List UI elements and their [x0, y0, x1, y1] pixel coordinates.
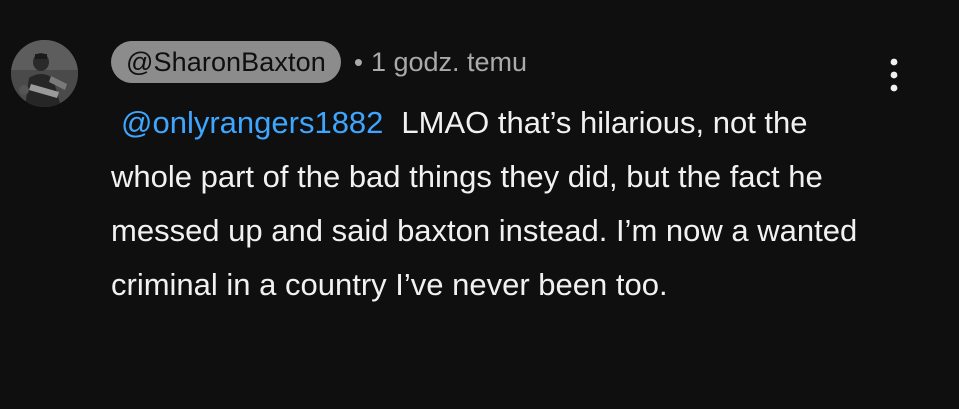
author-name[interactable]: @SharonBaxton [111, 41, 341, 83]
avatar[interactable] [11, 40, 78, 107]
avatar-image [11, 40, 78, 107]
separator-dot: • [353, 47, 363, 77]
timestamp[interactable]: 1 godz. temu [371, 41, 527, 83]
comment-header: @SharonBaxton • 1 godz. temu [111, 40, 527, 84]
comment: @SharonBaxton • 1 godz. temu @onlyranger… [0, 0, 959, 409]
comment-text: @onlyrangers1882 LMAO that’s hilarious, n… [111, 96, 891, 312]
mention-link[interactable]: @onlyrangers1882 [121, 105, 383, 140]
comment-menu-button[interactable] [872, 53, 916, 97]
more-vertical-icon [890, 58, 898, 92]
